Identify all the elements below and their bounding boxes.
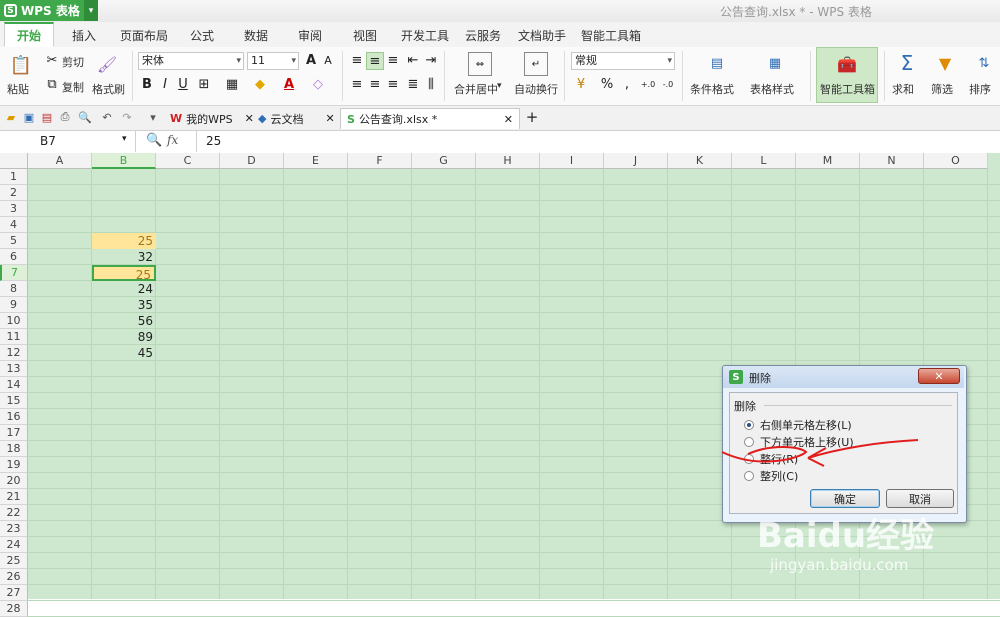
annotation-circle-mark (721, 446, 808, 463)
row-header-28[interactable]: 28 (0, 601, 28, 617)
grid-row-line (28, 600, 1000, 601)
annotation-arrow-mark (807, 439, 919, 467)
baidu-watermark-url: jingyan.baidu.com (770, 556, 909, 574)
baidu-watermark: Baidu经验 (757, 516, 935, 556)
